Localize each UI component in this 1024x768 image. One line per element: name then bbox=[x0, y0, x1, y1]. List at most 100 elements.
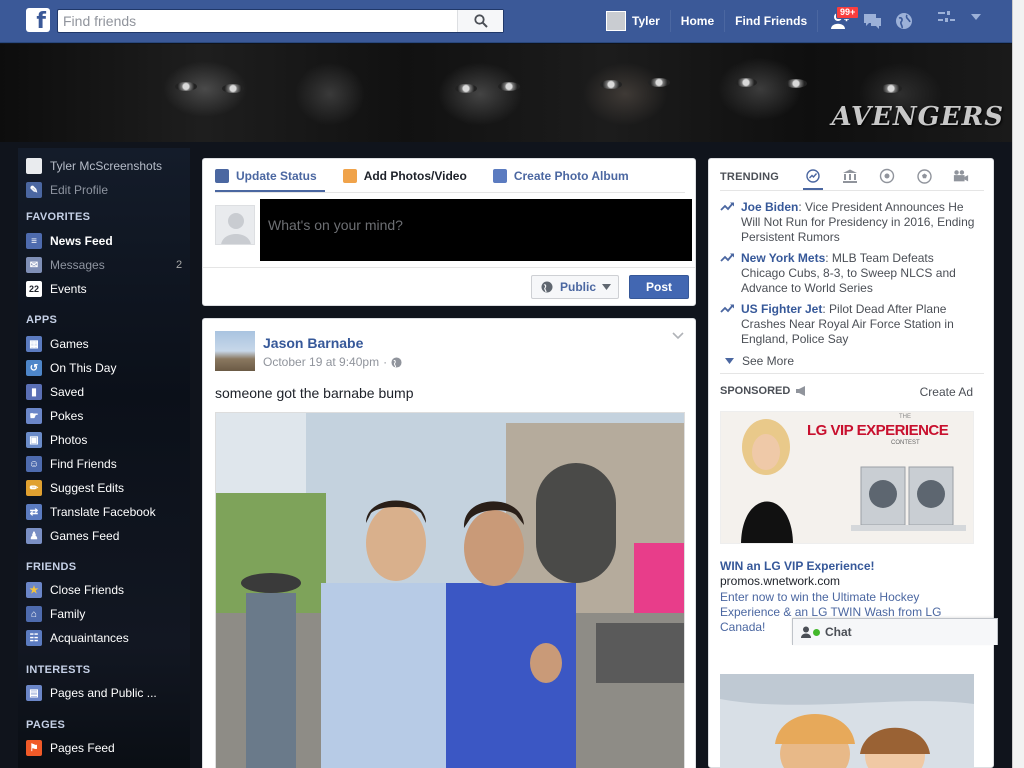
trending-top-tab[interactable] bbox=[805, 168, 821, 184]
sidebar-item-suggest-edits[interactable]: ✏ Suggest Edits bbox=[26, 478, 124, 498]
scrollbar-gutter[interactable] bbox=[1012, 0, 1024, 768]
chevron-down-icon bbox=[725, 358, 734, 364]
second-ad-image[interactable] bbox=[720, 674, 974, 768]
sponsored-heading: SPONSORED bbox=[720, 385, 807, 397]
nav-avatar[interactable] bbox=[606, 11, 626, 31]
see-more-label: See More bbox=[742, 354, 795, 368]
tab-label: Update Status bbox=[236, 169, 317, 183]
status-input[interactable]: What's on your mind? bbox=[260, 199, 692, 261]
friend-requests-button[interactable]: 99+ bbox=[828, 6, 860, 33]
search-input[interactable] bbox=[58, 10, 458, 32]
pages-heading: PAGES bbox=[26, 719, 66, 731]
story-timestamp[interactable]: October 19 at 9:40pm bbox=[263, 355, 379, 369]
tab-add-photos[interactable]: Add Photos/Video bbox=[342, 169, 467, 183]
messages-icon: ✉ bbox=[26, 257, 42, 273]
sidebar-item-label: Suggest Edits bbox=[50, 481, 125, 495]
trending-sports-tab[interactable] bbox=[916, 168, 932, 184]
feed-story: Jason Barnabe October 19 at 9:40pm · som… bbox=[202, 318, 696, 768]
cover-decoration bbox=[735, 78, 757, 87]
messages-icon bbox=[864, 14, 881, 29]
chat-sidebar-tab[interactable]: Chat bbox=[792, 618, 998, 645]
story-photo[interactable] bbox=[215, 412, 685, 768]
sidebar-item-saved[interactable]: ▮ Saved bbox=[26, 382, 84, 402]
nav-home-link[interactable]: Home bbox=[671, 10, 726, 32]
trending-science-tab[interactable] bbox=[879, 168, 895, 184]
sidebar-item-label: Close Friends bbox=[50, 583, 125, 597]
sidebar-item-on-this-day[interactable]: ↺ On This Day bbox=[26, 358, 116, 378]
trending-icon bbox=[806, 169, 820, 183]
sidebar-profile[interactable]: Tyler McScreenshots bbox=[26, 156, 162, 176]
sidebar-item-games-feed[interactable]: ♟ Games Feed bbox=[26, 526, 119, 546]
privacy-shortcuts-icon[interactable] bbox=[938, 10, 956, 24]
status-composer: Update Status Add Photos/Video Create Ph… bbox=[202, 158, 696, 306]
default-avatar-icon bbox=[221, 213, 251, 244]
create-ad-link[interactable]: Create Ad bbox=[920, 385, 973, 399]
globe-icon bbox=[541, 281, 553, 293]
facebook-logo[interactable]: f bbox=[26, 8, 50, 32]
tab-divider bbox=[215, 192, 685, 193]
album-icon bbox=[492, 169, 507, 183]
sidebar-item-close-friends[interactable]: ★ Close Friends bbox=[26, 580, 124, 600]
cover-decoration bbox=[498, 82, 520, 91]
sidebar-item-events[interactable]: 22 Events bbox=[26, 279, 87, 299]
sidebar-item-acquaintances[interactable]: ☷ Acquaintances bbox=[26, 628, 129, 648]
sidebar-item-pages-feed[interactable]: ⚑ Pages Feed bbox=[26, 738, 115, 758]
events-icon: 22 bbox=[26, 281, 42, 297]
story-options-icon[interactable] bbox=[671, 331, 685, 341]
sidebar-item-pages-public[interactable]: ▤ Pages and Public ... bbox=[26, 683, 157, 703]
trending-entertainment-tab[interactable] bbox=[953, 168, 969, 184]
sidebar-item-family[interactable]: ⌂ Family bbox=[26, 604, 85, 624]
audience-selector[interactable]: Public bbox=[531, 275, 619, 299]
trending-item[interactable]: New York Mets: MLB Team Defeats Chicago … bbox=[720, 251, 980, 296]
sidebar-item-label: On This Day bbox=[50, 361, 117, 375]
sidebar-profile-name: Tyler McScreenshots bbox=[50, 159, 163, 173]
sidebar-item-messages[interactable]: ✉ Messages 2 bbox=[26, 255, 182, 275]
sidebar-item-label: Acquaintances bbox=[50, 631, 129, 645]
trending-topic[interactable]: Joe Biden bbox=[741, 200, 798, 214]
pages-public-icon: ▤ bbox=[26, 685, 42, 701]
favorites-heading: FAVORITES bbox=[26, 211, 91, 223]
find-friends-icon: ☺ bbox=[26, 456, 42, 472]
sidebar-item-translate[interactable]: ⇄ Translate Facebook bbox=[26, 502, 156, 522]
ad-image-contest: CONTEST bbox=[891, 440, 920, 446]
nav-find-friends-link[interactable]: Find Friends bbox=[725, 10, 819, 32]
cover-decoration bbox=[600, 80, 622, 89]
post-button[interactable]: Post bbox=[629, 275, 689, 299]
trending-see-more[interactable]: See More bbox=[725, 354, 794, 368]
trending-item[interactable]: US Fighter Jet: Pilot Dead After Plane C… bbox=[720, 302, 980, 347]
sidebar-item-news-feed[interactable]: ≡ News Feed bbox=[26, 231, 113, 251]
trending-topic[interactable]: New York Mets bbox=[741, 251, 825, 265]
story-author-name[interactable]: Jason Barnabe bbox=[263, 335, 363, 351]
trending-topic[interactable]: US Fighter Jet bbox=[741, 302, 822, 316]
games-feed-icon: ♟ bbox=[26, 528, 42, 544]
trending-arrow-icon bbox=[720, 202, 734, 211]
notifications-button[interactable] bbox=[892, 9, 916, 33]
chevron-down-icon[interactable] bbox=[970, 13, 982, 21]
tab-update-status[interactable]: Update Status bbox=[215, 169, 317, 183]
story-text: someone got the barnabe bump bbox=[215, 385, 414, 401]
sidebar-item-label: Messages bbox=[50, 258, 105, 272]
story-author-avatar[interactable] bbox=[215, 331, 255, 371]
ad-domain[interactable]: promos.wnetwork.com bbox=[720, 574, 840, 588]
ad-title[interactable]: WIN an LG VIP Experience! bbox=[720, 559, 875, 573]
search-icon bbox=[473, 14, 488, 28]
trending-arrow-icon bbox=[720, 304, 734, 313]
sidebar-item-find-friends[interactable]: ☺ Find Friends bbox=[26, 454, 117, 474]
sidebar-item-label: Events bbox=[50, 282, 87, 296]
sidebar-edit-profile[interactable]: ✎ Edit Profile bbox=[26, 180, 108, 200]
sidebar-item-label: Games Feed bbox=[50, 529, 120, 543]
tab-create-album[interactable]: Create Photo Album bbox=[492, 169, 629, 183]
pencil-icon bbox=[215, 169, 229, 183]
trending-politics-tab[interactable] bbox=[842, 168, 858, 184]
trending-item[interactable]: Joe Biden: Vice President Announces He W… bbox=[720, 200, 980, 245]
search-button[interactable] bbox=[457, 10, 503, 32]
sidebar-item-photos[interactable]: ▣ Photos bbox=[26, 430, 87, 450]
second-ad-content bbox=[720, 674, 974, 768]
sidebar-item-games[interactable]: ▦ Games bbox=[26, 334, 89, 354]
messages-button[interactable] bbox=[860, 9, 884, 33]
sidebar-item-pokes[interactable]: ☛ Pokes bbox=[26, 406, 83, 426]
ad-image[interactable]: THE LG VIP EXPERIENCE CONTEST bbox=[720, 411, 974, 544]
games-icon: ▦ bbox=[26, 336, 42, 352]
nav-profile-link[interactable]: Tyler bbox=[632, 10, 671, 32]
pokes-icon: ☛ bbox=[26, 408, 42, 424]
